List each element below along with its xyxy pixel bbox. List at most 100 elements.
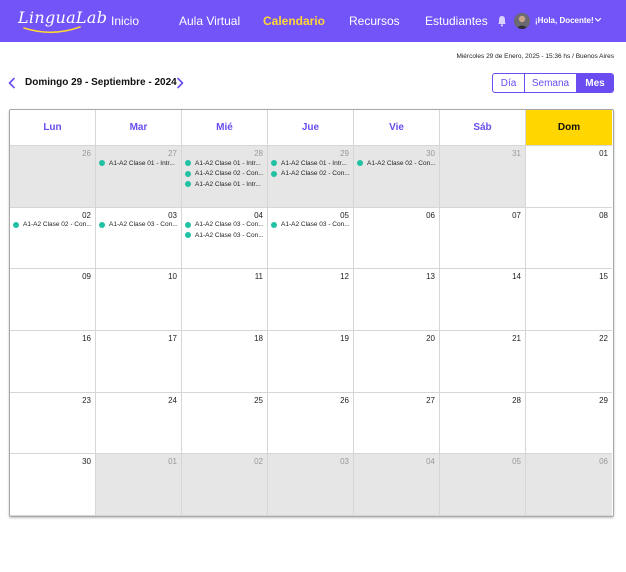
event-title: A1-A2 Clase 02 - Con... — [281, 170, 350, 178]
weekday-dom: Dom — [526, 110, 612, 146]
calendar-event[interactable]: A1-A2 Clase 02 - Con... — [185, 169, 265, 180]
calendar-day-cell[interactable]: 23 — [10, 392, 96, 455]
calendar-day-cell[interactable]: 07 — [440, 207, 526, 270]
calendar-day-cell[interactable]: 24 — [96, 392, 182, 455]
calendar-day-cell[interactable]: 11 — [182, 269, 268, 332]
day-number: 22 — [599, 334, 608, 344]
calendar-day-cell[interactable]: 01 — [96, 454, 182, 516]
user-avatar[interactable] — [514, 13, 530, 29]
calendar-day-cell[interactable]: 25 — [182, 392, 268, 455]
view-week-button[interactable]: Semana — [525, 74, 577, 92]
user-greeting[interactable]: ¡Hola, Docente! — [535, 16, 594, 25]
calendar-event[interactable]: A1-A2 Clase 02 - Con... — [271, 169, 351, 180]
calendar-day-cell[interactable]: 22 — [526, 331, 612, 393]
nav-estudiantes[interactable]: Estudiantes — [425, 14, 488, 28]
calendar-day-cell[interactable]: 26 — [10, 146, 96, 208]
calendar-day-cell[interactable]: 14 — [440, 269, 526, 332]
calendar-event[interactable]: A1-A2 Clase 01 - Intr... — [185, 179, 265, 190]
calendar-event[interactable]: A1-A2 Clase 02 - Con... — [357, 158, 437, 169]
calendar-day-cell[interactable]: 29 A1-A2 Clase 01 - Intr... A1-A2 Clase 02… — [268, 146, 354, 208]
calendar-day-cell[interactable]: 10 — [96, 269, 182, 332]
calendar-day-cell[interactable]: 17 — [96, 331, 182, 393]
calendar-event[interactable]: A1-A2 Clase 01 - Intr... — [99, 158, 179, 169]
calendar-day-cell[interactable]: 16 — [10, 331, 96, 393]
calendar-event[interactable]: A1-A2 Clase 02 - Con... — [13, 220, 93, 231]
calendar-day-cell[interactable]: 04 A1-A2 Clase 03 - Con... A1-A2 Clase 03 … — [182, 207, 268, 270]
day-number: 01 — [599, 149, 608, 158]
calendar-event[interactable]: A1-A2 Clase 03 - Con... — [271, 220, 351, 231]
calendar-day-cell[interactable]: 06 — [354, 207, 440, 270]
calendar-event[interactable]: A1-A2 Clase 01 - Intr... — [185, 158, 265, 169]
calendar-day-cell[interactable]: 15 — [526, 269, 612, 332]
calendar-event[interactable]: A1-A2 Clase 01 - Intr... — [271, 158, 351, 169]
calendar-day-cell[interactable]: 27 — [354, 392, 440, 455]
calendar-grid: 26 27 A1-A2 Clase 01 - Intr... 28 A1-A2 Clas… — [10, 146, 613, 516]
calendar-week-row: 26 27 A1-A2 Clase 01 - Intr... 28 A1-A2 Clas… — [10, 146, 613, 208]
calendar-day-cell[interactable]: 26 — [268, 392, 354, 455]
calendar-day-cell[interactable]: 09 — [10, 269, 96, 332]
calendar-day-cell[interactable]: 21 — [440, 331, 526, 393]
calendar-day-cell[interactable]: 02 A1-A2 Clase 02 - Con... — [10, 207, 96, 270]
calendar-day-cell[interactable]: 27 A1-A2 Clase 01 - Intr... — [96, 146, 182, 208]
calendar-day-cell[interactable]: 08 — [526, 207, 612, 270]
next-month-button[interactable] — [175, 77, 185, 89]
day-number: 17 — [168, 334, 177, 344]
calendar-day-cell[interactable]: 03 — [268, 454, 354, 516]
current-period: Domingo 29 - Septiembre - 2024 — [25, 77, 177, 88]
event-title: A1-A2 Clase 03 - Con... — [109, 221, 178, 229]
calendar-day-cell[interactable]: 31 — [440, 146, 526, 208]
prev-month-button[interactable] — [7, 77, 17, 89]
calendar-event[interactable]: A1-A2 Clase 03 - Con... — [185, 220, 265, 231]
weekday-mie: Mié — [182, 110, 268, 146]
event-dot-icon — [185, 232, 191, 239]
weekday-sab: Sáb — [440, 110, 526, 146]
calendar-day-cell[interactable]: 29 — [526, 392, 612, 455]
event-title: A1-A2 Clase 03 - Con... — [195, 231, 264, 239]
event-dot-icon — [357, 160, 363, 167]
calendar-day-cell[interactable]: 02 — [182, 454, 268, 516]
bell-icon[interactable] — [497, 15, 507, 27]
calendar-day-cell[interactable]: 18 — [182, 331, 268, 393]
calendar-week-row: 30 01 02 03 04 05 06 — [10, 454, 613, 516]
day-number: 02 — [254, 457, 263, 467]
event-title: A1-A2 Clase 01 - Intr... — [195, 159, 261, 167]
brand-logo[interactable]: LinguaLab — [18, 6, 107, 36]
view-month-button[interactable]: Mes — [577, 74, 613, 92]
calendar-day-cell[interactable]: 30 A1-A2 Clase 02 - Con... — [354, 146, 440, 208]
calendar-event[interactable]: A1-A2 Clase 03 - Con... — [99, 220, 179, 231]
calendar-week-row: 16 17 18 19 20 21 22 — [10, 331, 613, 393]
event-list: A1-A2 Clase 03 - Con... — [99, 220, 179, 231]
nav-inicio[interactable]: Inicio — [111, 14, 139, 28]
event-title: A1-A2 Clase 01 - Intr... — [195, 180, 261, 188]
calendar-day-cell[interactable]: 28 A1-A2 Clase 01 - Intr... A1-A2 Clase 02… — [182, 146, 268, 208]
event-dot-icon — [185, 170, 191, 177]
calendar-day-cell[interactable]: 04 — [354, 454, 440, 516]
calendar-day-cell[interactable]: 03 A1-A2 Clase 03 - Con... — [96, 207, 182, 270]
current-datetime: Miércoles 29 de Enero, 2025 - 15:36 hs /… — [456, 53, 614, 60]
day-number: 08 — [599, 210, 608, 220]
day-number: 18 — [254, 334, 263, 344]
calendar-day-cell[interactable]: 19 — [268, 331, 354, 393]
calendar-day-cell[interactable]: 12 — [268, 269, 354, 332]
event-list: A1-A2 Clase 01 - Intr... A1-A2 Clase 02 -… — [271, 158, 351, 179]
event-dot-icon — [185, 181, 191, 188]
calendar-day-cell[interactable]: 20 — [354, 331, 440, 393]
event-title: A1-A2 Clase 02 - Con... — [23, 221, 92, 229]
calendar-day-cell[interactable]: 05 — [440, 454, 526, 516]
calendar-day-cell[interactable]: 30 — [10, 454, 96, 516]
day-number: 25 — [254, 395, 263, 405]
calendar-day-cell[interactable]: 05 A1-A2 Clase 03 - Con... — [268, 207, 354, 270]
calendar-day-cell[interactable]: 28 — [440, 392, 526, 455]
view-day-button[interactable]: Día — [493, 74, 525, 92]
day-number: 04 — [254, 210, 263, 220]
nav-calendario[interactable]: Calendario — [263, 14, 325, 28]
chevron-down-icon[interactable] — [594, 16, 602, 24]
calendar-event[interactable]: A1-A2 Clase 03 - Con... — [185, 230, 265, 241]
nav-recursos[interactable]: Recursos — [349, 14, 400, 28]
weekday-mar: Mar — [96, 110, 182, 146]
calendar-day-cell[interactable]: 13 — [354, 269, 440, 332]
day-number: 10 — [168, 272, 177, 282]
calendar-day-cell[interactable]: 01 — [526, 146, 612, 208]
calendar-day-cell[interactable]: 06 — [526, 454, 612, 516]
nav-aula-virtual[interactable]: Aula Virtual — [179, 14, 240, 28]
